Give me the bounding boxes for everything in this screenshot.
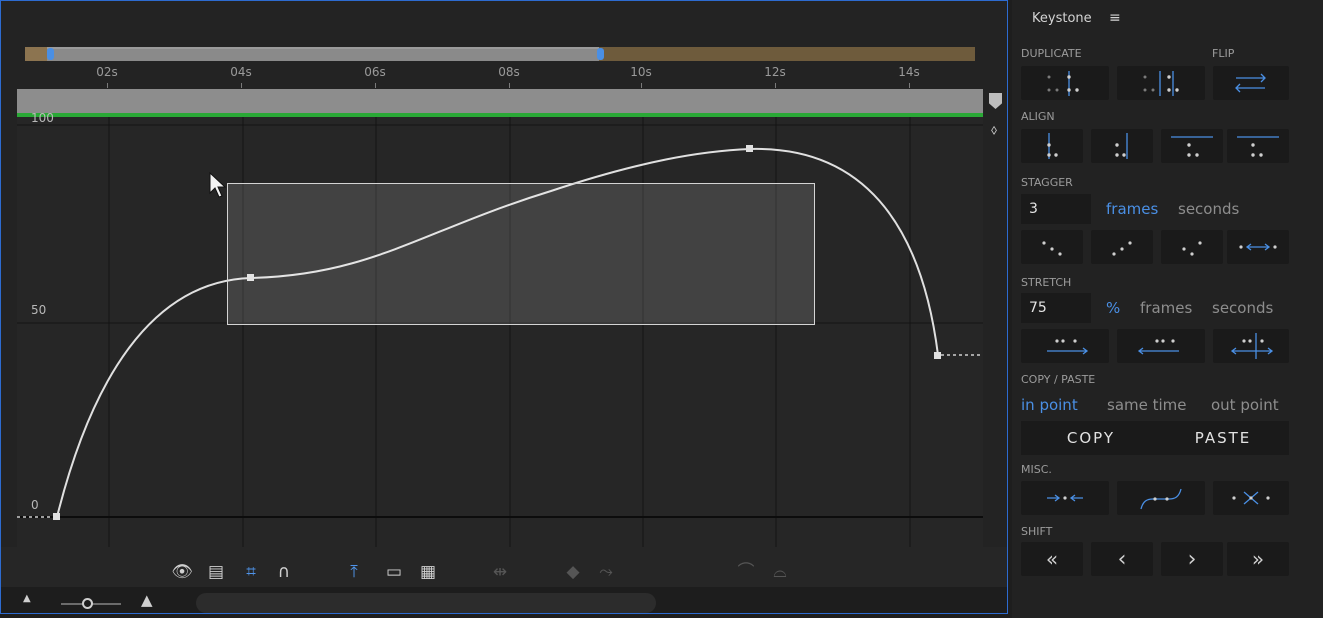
shift-prev-button[interactable]: ‹ (1091, 542, 1153, 576)
fit-to-view-icon[interactable]: ⤒ (341, 561, 367, 583)
keyframe-point (53, 513, 60, 520)
snap-magnet-icon[interactable]: ∩ (273, 561, 295, 583)
stagger-descend-button[interactable] (1021, 230, 1083, 264)
keyframe-point (746, 145, 753, 152)
section-stagger: STAGGER (1021, 176, 1073, 189)
keystone-panel: Keystone ≡ DUPLICATE FLIP ALIGN STAGGER … (1012, 0, 1323, 618)
transform-box-icon[interactable]: ⌗ (239, 561, 263, 583)
align-top-icon (1171, 136, 1213, 157)
stagger-unit-frames[interactable]: frames (1106, 200, 1158, 218)
paste-at-out-point[interactable]: out point (1211, 396, 1279, 414)
duplicate-after-icon (1047, 71, 1079, 96)
stagger-spread-icon (1239, 243, 1277, 251)
stagger-unit-seconds[interactable]: seconds (1178, 200, 1239, 218)
eye-icon[interactable]: 👁 (171, 561, 193, 583)
duplicate-playhead-icon (1143, 71, 1179, 96)
align-end-button[interactable] (1091, 129, 1153, 163)
zoom-out-icon[interactable]: ▲ (23, 593, 31, 604)
fit-all-icon[interactable]: ▭ (381, 561, 407, 583)
easy-ease-in-icon[interactable]: ⌓ (765, 561, 795, 583)
stretch-playhead-icon (1230, 333, 1274, 359)
convert-keyframe-icon[interactable]: ⤳ (591, 561, 621, 583)
keyframe-point (934, 352, 941, 359)
keyframe-edit-icon[interactable]: ◆ (561, 561, 585, 583)
zoom-slider-knob[interactable] (82, 598, 93, 609)
misc-expand-button[interactable] (1213, 481, 1289, 515)
align-end-icon (1115, 133, 1128, 159)
expand-keys-icon (1232, 491, 1270, 505)
section-duplicate: DUPLICATE (1021, 47, 1082, 60)
separate-dimensions-icon[interactable]: ⇹ (485, 561, 515, 583)
stretch-from-end-button[interactable] (1117, 329, 1205, 363)
panel-title: Keystone (1032, 11, 1092, 26)
stretch-left-icon (1137, 339, 1179, 355)
section-stretch: STRETCH (1021, 276, 1072, 289)
stagger-random-button[interactable] (1161, 230, 1223, 264)
stretch-value-input[interactable]: 75 (1021, 293, 1091, 323)
align-start-icon (1047, 133, 1058, 159)
zoom-in-icon[interactable]: ▲ (141, 591, 153, 609)
graph-editor-panel: 02s 04s 06s 08s 10s 12s 14s ⬨ 100 50 0 👁… (0, 0, 1008, 614)
stretch-unit-frames[interactable]: frames (1140, 299, 1192, 317)
properties-list-icon[interactable]: ▤ (205, 561, 227, 583)
copy-button[interactable]: COPY (1021, 421, 1161, 455)
stretch-from-playhead-button[interactable] (1213, 329, 1289, 363)
show-reference-graph-icon[interactable]: ▦ (415, 561, 441, 583)
mouse-cursor (209, 171, 227, 198)
section-flip: FLIP (1212, 47, 1235, 60)
section-misc: MISC. (1021, 463, 1052, 476)
stagger-descend-icon (1042, 241, 1062, 256)
section-shift: SHIFT (1021, 525, 1053, 538)
smooth-curve-icon (1140, 488, 1182, 510)
stagger-ascend-button[interactable] (1091, 230, 1153, 264)
shift-next-button[interactable]: › (1161, 542, 1223, 576)
stagger-value-input[interactable]: 3 (1021, 194, 1091, 224)
align-start-button[interactable] (1021, 129, 1083, 163)
stagger-random-icon (1182, 241, 1202, 256)
flip-button[interactable] (1213, 66, 1289, 100)
hamburger-menu-icon[interactable]: ≡ (1109, 10, 1121, 26)
paste-at-same-time[interactable]: same time (1107, 396, 1187, 414)
horizontal-scrollbar[interactable] (196, 593, 656, 613)
align-top-button[interactable] (1161, 129, 1223, 163)
duplicate-after-button[interactable] (1021, 66, 1109, 100)
marquee-selection-box[interactable] (227, 183, 815, 325)
section-copy-paste: COPY / PASTE (1021, 373, 1096, 386)
stagger-spread-button[interactable] (1227, 230, 1289, 264)
paste-button[interactable]: PASTE (1157, 421, 1289, 455)
stretch-unit-percent[interactable]: % (1106, 299, 1120, 317)
stretch-from-start-button[interactable] (1021, 329, 1109, 363)
paste-at-in-point[interactable]: in point (1021, 396, 1078, 414)
stretch-unit-seconds[interactable]: seconds (1212, 299, 1273, 317)
shift-first-button[interactable]: « (1021, 542, 1083, 576)
collapse-keys-icon (1047, 494, 1083, 502)
shift-last-button[interactable]: » (1227, 542, 1289, 576)
align-bottom-button[interactable] (1227, 129, 1289, 163)
duplicate-at-playhead-button[interactable] (1117, 66, 1205, 100)
stretch-right-icon (1047, 339, 1089, 355)
easy-ease-icon[interactable]: ⌒ (731, 561, 761, 583)
misc-smooth-button[interactable] (1117, 481, 1205, 515)
misc-collapse-button[interactable] (1021, 481, 1109, 515)
flip-arrows-icon (1235, 73, 1266, 93)
section-align: ALIGN (1021, 110, 1055, 123)
stagger-ascend-icon (1112, 241, 1132, 256)
align-bottom-icon (1237, 136, 1279, 157)
